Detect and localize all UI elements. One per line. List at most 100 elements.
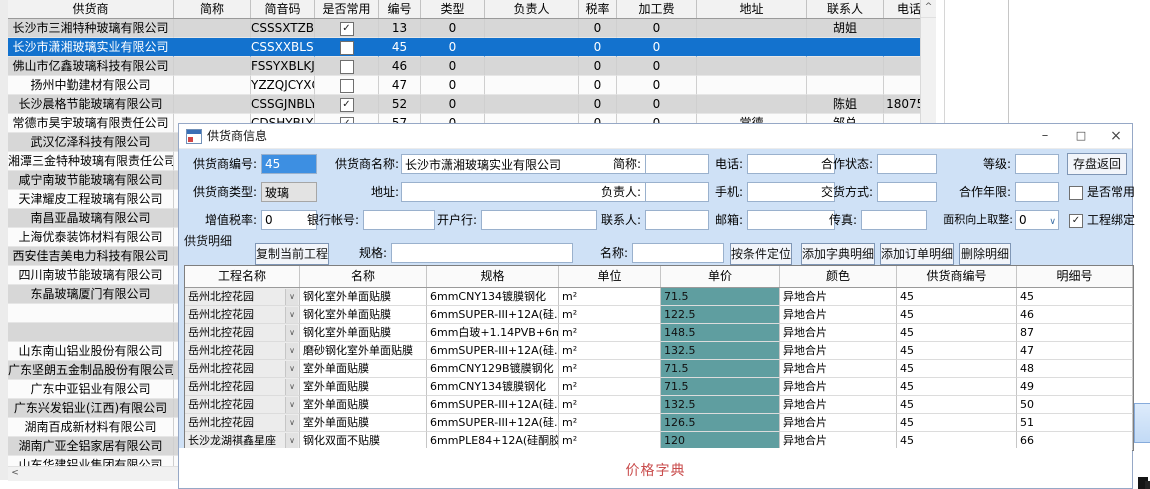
scroll-left-icon[interactable]: < [8,467,22,481]
detail-cell-price[interactable]: 71.5 [661,360,780,378]
detail-cell-spec[interactable]: 6mmCNY134镀膜钢化 [427,378,559,396]
detail-cell-unit[interactable]: m² [559,324,661,342]
detail-cell-spec[interactable]: 6mmSUPER-III+12A(硅... [427,396,559,414]
detail-row[interactable]: 岳州北控花园∨室外单面贴膜6mmSUPER-III+12A(硅...m²132.… [185,396,1133,414]
detail-cell-unit[interactable]: m² [559,414,661,432]
detail-cell-unit[interactable]: m² [559,378,661,396]
scroll-up-icon[interactable]: ^ [921,0,936,18]
detail-cell-unit[interactable]: m² [559,360,661,378]
bank-input[interactable] [481,210,597,230]
project-bind-checkbox[interactable]: ✓工程绑定 [1069,210,1135,230]
detail-cell-color[interactable]: 异地合片 [780,396,897,414]
delivery-input[interactable] [877,182,937,202]
detail-cell-project[interactable]: 岳州北控花园∨ [185,288,300,306]
contact-input[interactable] [645,210,709,230]
detail-cell-supplier_no[interactable]: 45 [897,324,1017,342]
detail-cell-color[interactable]: 异地合片 [780,414,897,432]
chevron-down-icon[interactable]: ∨ [285,379,298,395]
detail-cell-color[interactable]: 异地合片 [780,288,897,306]
detail-cell-supplier_no[interactable]: 45 [897,414,1017,432]
add-order-detail-button[interactable]: 添加订单明细 [880,243,954,265]
detail-cell-detail_no[interactable]: 45 [1017,288,1133,306]
detail-cell-project[interactable]: 岳州北控花园∨ [185,360,300,378]
detail-cell-unit[interactable]: m² [559,396,661,414]
suppliers-horizontal-scrollbar[interactable]: < [8,466,178,481]
detail-cell-price[interactable]: 122.5 [661,306,780,324]
detail-cell-project[interactable]: 岳州北控花园∨ [185,342,300,360]
chevron-down-icon[interactable]: ∨ [285,415,298,431]
chevron-down-icon[interactable]: ∨ [285,343,298,359]
detail-cell-detail_no[interactable]: 87 [1017,324,1133,342]
checkbox-unchecked-icon[interactable] [340,41,354,55]
detail-row[interactable]: 岳州北控花园∨室外单面贴膜6mmSUPER-III+12A(硅...m²126.… [185,414,1133,432]
detail-cell-color[interactable]: 异地合片 [780,360,897,378]
detail-cell-supplier_no[interactable]: 45 [897,396,1017,414]
table-row[interactable]: 长沙晨格节能玻璃有限公司CSSGJNBLYXGS✓52000陈姐180751 [8,95,935,114]
detail-cell-project[interactable]: 岳州北控花园∨ [185,324,300,342]
coop-status-input[interactable] [877,154,937,174]
chevron-down-icon[interactable]: ∨ [285,325,298,341]
detail-cell-name[interactable]: 室外单面贴膜 [300,378,427,396]
detail-cell-spec[interactable]: 6mmSUPER-III+12A(硅... [427,342,559,360]
maximize-button[interactable]: □ [1067,125,1095,147]
detail-cell-name[interactable]: 钢化室外单面贴膜 [300,288,427,306]
detail-cell-name[interactable]: 室外单面贴膜 [300,396,427,414]
detail-cell-supplier_no[interactable]: 45 [897,306,1017,324]
table-row[interactable]: 长沙市潇湘玻璃实业有限公司CSSXXBLSY...45000 [8,38,935,57]
detail-cell-name[interactable]: 钢化室外单面贴膜 [300,306,427,324]
fax-input[interactable] [861,210,927,230]
table-row[interactable]: 长沙市三湘特种玻璃有限公司CSSSXTZBL...✓13000胡姐 [8,19,935,38]
chevron-down-icon[interactable]: ∨ [285,307,298,323]
detail-cell-color[interactable]: 异地合片 [780,378,897,396]
detail-cell-detail_no[interactable]: 47 [1017,342,1133,360]
detail-row[interactable]: 岳州北控花园∨室外单面贴膜6mmCNY129B镀膜钢化m²71.5异地合片454… [185,360,1133,378]
coop-years-input[interactable] [1015,182,1059,202]
table-row[interactable]: 佛山市亿鑫玻璃科技有限公司FSSYXBLKJ...46000 [8,57,935,76]
area-round-select[interactable]: 0∨ [1015,210,1059,230]
detail-cell-spec[interactable]: 6mmCNY134镀膜钢化 [427,288,559,306]
detail-cell-supplier_no[interactable]: 45 [897,342,1017,360]
detail-cell-detail_no[interactable]: 50 [1017,396,1133,414]
detail-cell-color[interactable]: 异地合片 [780,342,897,360]
detail-cell-spec[interactable]: 6mmSUPER-III+12A(硅... [427,306,559,324]
detail-cell-detail_no[interactable]: 46 [1017,306,1133,324]
detail-cell-price[interactable]: 71.5 [661,288,780,306]
detail-cell-supplier_no[interactable]: 45 [897,288,1017,306]
bank-account-input[interactable] [363,210,435,230]
detail-cell-unit[interactable]: m² [559,288,661,306]
chevron-down-icon[interactable]: ∨ [285,433,298,449]
detail-cell-price[interactable]: 71.5 [661,378,780,396]
detail-cell-supplier_no[interactable]: 45 [897,360,1017,378]
abbr-input[interactable] [645,154,709,174]
detail-cell-unit[interactable]: m² [559,306,661,324]
detail-row[interactable]: 岳州北控花园∨钢化室外单面贴膜6mmSUPER-III+12A(硅...m²12… [185,306,1133,324]
detail-cell-detail_no[interactable]: 51 [1017,414,1133,432]
chevron-down-icon[interactable]: ∨ [285,361,298,377]
delete-detail-button[interactable]: 删除明细 [959,243,1011,265]
detail-cell-price[interactable]: 132.5 [661,342,780,360]
table-row[interactable]: 扬州中勤建材有限公司YZZQJCYXGS47000 [8,76,935,95]
common-use-checkbox[interactable]: 是否常用 [1069,182,1135,202]
detail-cell-color[interactable]: 异地合片 [780,324,897,342]
spec-filter-input[interactable] [391,243,573,263]
checkbox-checked-icon[interactable]: ✓ [340,98,354,112]
detail-cell-spec[interactable]: 6mmCNY129B镀膜钢化 [427,360,559,378]
detail-cell-spec[interactable]: 6mm白玻+1.14PVB+6mm... [427,324,559,342]
detail-cell-project[interactable]: 岳州北控花园∨ [185,306,300,324]
name-filter-input[interactable] [632,243,724,263]
detail-cell-spec[interactable]: 6mmSUPER-III+12A(硅... [427,414,559,432]
chevron-down-icon[interactable]: ∨ [285,397,298,413]
detail-cell-name[interactable]: 室外单面贴膜 [300,360,427,378]
manager-input[interactable] [645,182,709,202]
chevron-down-icon[interactable]: ∨ [1049,213,1056,231]
supplier-no-input[interactable] [261,154,317,174]
detail-cell-supplier_no[interactable]: 45 [897,378,1017,396]
detail-cell-color[interactable]: 异地合片 [780,306,897,324]
grade-input[interactable] [1015,154,1059,174]
detail-row[interactable]: 岳州北控花园∨磨砂钢化室外单面贴膜6mmSUPER-III+12A(硅...m²… [185,342,1133,360]
locate-by-condition-button[interactable]: 按条件定位 [730,243,792,265]
checkbox-icon[interactable] [1069,186,1083,200]
chevron-down-icon[interactable]: ∨ [285,289,298,305]
checkbox-unchecked-icon[interactable] [340,60,354,74]
detail-cell-unit[interactable]: m² [559,342,661,360]
